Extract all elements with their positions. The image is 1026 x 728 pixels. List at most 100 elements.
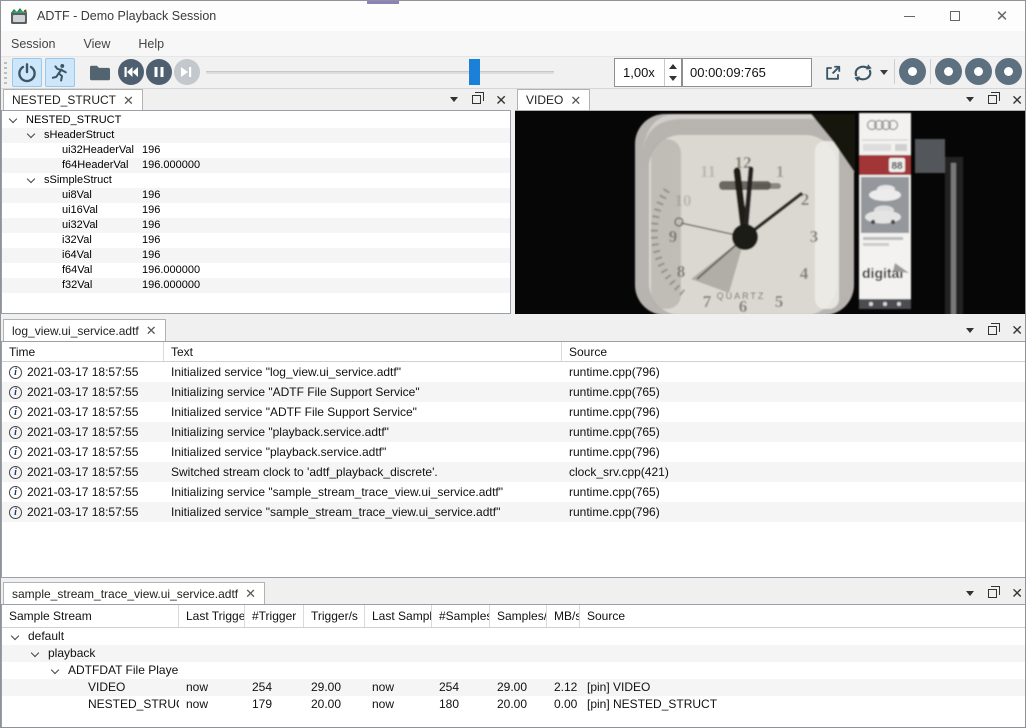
tab-close-icon[interactable]: ✕ <box>245 587 256 600</box>
trace-cell: 180 <box>432 696 490 713</box>
panel-menu-icon[interactable] <box>966 97 974 102</box>
stream-label: default <box>28 628 64 645</box>
log-timestamp: 2021-03-17 18:57:55 <box>27 362 138 382</box>
panel-float-icon[interactable] <box>988 95 997 104</box>
tree-row[interactable]: f64HeaderVal196.000000 <box>2 158 510 173</box>
expand-chevron-icon[interactable] <box>51 666 59 674</box>
panel-menu-icon[interactable] <box>450 97 458 102</box>
tree-row[interactable]: i64Val196 <box>2 248 510 263</box>
column-header-sample-stream[interactable]: Sample Stream <box>2 605 179 627</box>
column-header--trigger[interactable]: #Trigger <box>245 605 304 627</box>
column-header-source[interactable]: Source <box>562 342 1026 361</box>
tab-close-icon[interactable]: ✕ <box>146 324 157 337</box>
trace-cell <box>179 628 245 645</box>
column-header-last-trigger[interactable]: Last Trigger <box>179 605 245 627</box>
log-row[interactable]: i2021-03-17 18:57:55Initialized service … <box>2 442 1026 462</box>
playback-time-field[interactable]: 00:00:09:765 <box>682 58 812 87</box>
loop-mode-dropdown[interactable] <box>878 58 890 87</box>
panel-close-icon[interactable]: ✕ <box>1011 586 1023 600</box>
trace-row[interactable]: ADTFDAT File Player <box>2 662 1026 679</box>
column-header-mb-s[interactable]: MB/s <box>547 605 580 627</box>
marker-button-3[interactable] <box>965 58 992 85</box>
panel-menu-icon[interactable] <box>966 328 974 333</box>
speed-spinner-arrows[interactable] <box>664 59 681 86</box>
expand-chevron-icon[interactable] <box>27 130 35 138</box>
column-header-trigger-s[interactable]: Trigger/s <box>304 605 365 627</box>
column-header--samples[interactable]: #Samples <box>432 605 490 627</box>
skip-to-start-button[interactable] <box>118 59 144 85</box>
log-row[interactable]: i2021-03-17 18:57:55Initializing service… <box>2 422 1026 442</box>
log-row[interactable]: i2021-03-17 18:57:55Initialized service … <box>2 502 1026 522</box>
tree-row[interactable]: sHeaderStruct <box>2 128 510 143</box>
expand-chevron-icon[interactable] <box>9 115 17 123</box>
tab-video[interactable]: VIDEO ✕ <box>517 89 590 110</box>
trace-row[interactable]: NESTED_STRUCTnow17920.00now18020.000.00[… <box>2 696 1026 713</box>
nested-struct-tabbar: NESTED_STRUCT ✕ ✕ <box>1 89 511 110</box>
tab-log-view[interactable]: log_view.ui_service.adtf ✕ <box>3 319 166 341</box>
log-row[interactable]: i2021-03-17 18:57:55Initialized service … <box>2 402 1026 422</box>
toolbar-drag-handle[interactable] <box>4 62 7 84</box>
expand-chevron-icon[interactable] <box>31 649 39 657</box>
tree-row[interactable]: sSimpleStruct <box>2 173 510 188</box>
column-header-last-sample[interactable]: Last Sample <box>365 605 432 627</box>
expand-chevron-icon[interactable] <box>27 175 35 183</box>
menu-session[interactable]: Session <box>1 33 65 55</box>
panel-menu-icon[interactable] <box>966 591 974 596</box>
toolbar-separator <box>894 59 895 84</box>
tree-row[interactable]: NESTED_STRUCT <box>2 113 510 128</box>
tree-row[interactable]: i32Val196 <box>2 233 510 248</box>
trace-cell <box>490 662 547 679</box>
trace-row[interactable]: VIDEOnow25429.00now25429.002.12[pin] VID… <box>2 679 1026 696</box>
marker-button-1[interactable] <box>899 58 926 85</box>
trace-cell <box>547 628 580 645</box>
column-header-samples-s[interactable]: Samples/s <box>490 605 547 627</box>
trace-cell <box>547 645 580 662</box>
trace-row[interactable]: playback <box>2 645 1026 662</box>
loop-mode-button[interactable] <box>848 58 878 87</box>
menu-help[interactable]: Help <box>128 33 174 55</box>
trace-row[interactable]: default <box>2 628 1026 645</box>
playback-speed-spinbox[interactable]: 1,00x <box>614 58 682 87</box>
panel-float-icon[interactable] <box>988 589 997 598</box>
marker-button-2[interactable] <box>935 58 962 85</box>
minimize-button[interactable] <box>886 1 932 31</box>
log-row[interactable]: i2021-03-17 18:57:55Switched stream cloc… <box>2 462 1026 482</box>
maximize-button[interactable] <box>932 1 978 31</box>
tree-row[interactable]: f64Val196.000000 <box>2 263 510 278</box>
step-forward-button[interactable] <box>174 59 200 85</box>
panel-close-icon[interactable]: ✕ <box>1011 93 1023 107</box>
panel-float-icon[interactable] <box>472 95 481 104</box>
open-file-button[interactable] <box>85 58 115 87</box>
run-button[interactable] <box>45 58 75 87</box>
tree-row[interactable]: ui16Val196 <box>2 203 510 218</box>
panel-float-icon[interactable] <box>988 326 997 335</box>
session-power-button[interactable] <box>12 58 42 87</box>
playback-position-slider[interactable] <box>206 58 554 86</box>
speed-value: 1,00x <box>623 65 655 80</box>
column-header-time[interactable]: Time <box>2 342 164 361</box>
log-row[interactable]: i2021-03-17 18:57:55Initializing service… <box>2 482 1026 502</box>
log-row[interactable]: i2021-03-17 18:57:55Initialized service … <box>2 362 1026 382</box>
tree-row[interactable]: ui32HeaderVal196 <box>2 143 510 158</box>
expand-chevron-icon[interactable] <box>11 632 19 640</box>
slider-handle[interactable] <box>469 59 480 85</box>
tab-nested-struct[interactable]: NESTED_STRUCT ✕ <box>3 89 143 110</box>
marker-button-4[interactable] <box>995 58 1022 85</box>
menu-view[interactable]: View <box>73 33 120 55</box>
log-text-cell: Initializing service "ADTF File Support … <box>164 382 562 402</box>
column-header-text[interactable]: Text <box>164 342 562 361</box>
panel-close-icon[interactable]: ✕ <box>1011 323 1023 337</box>
panel-close-icon[interactable]: ✕ <box>495 93 507 107</box>
tree-row[interactable]: ui32Val196 <box>2 218 510 233</box>
pause-button[interactable] <box>146 59 172 85</box>
close-button[interactable]: ✕ <box>979 1 1025 31</box>
detach-view-button[interactable] <box>819 58 847 87</box>
tree-row[interactable]: f32Val196.000000 <box>2 278 510 293</box>
column-header-source[interactable]: Source <box>580 605 1026 627</box>
tree-row[interactable]: ui8Val196 <box>2 188 510 203</box>
log-row[interactable]: i2021-03-17 18:57:55Initializing service… <box>2 382 1026 402</box>
tab-close-icon[interactable]: ✕ <box>123 94 134 107</box>
menubar: Session View Help <box>1 31 1025 56</box>
tab-close-icon[interactable]: ✕ <box>570 94 581 107</box>
tab-trace-view[interactable]: sample_stream_trace_view.ui_service.adtf… <box>3 582 265 604</box>
